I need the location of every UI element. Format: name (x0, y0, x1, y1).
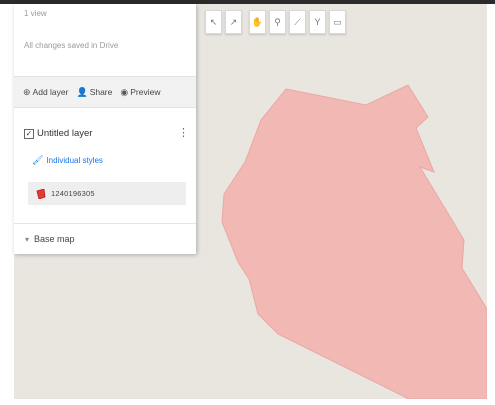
undo-icon: ↖ (209, 16, 218, 27)
feature-label: 1240196305 (51, 189, 95, 198)
directions-button[interactable]: Y (309, 10, 326, 34)
layer-styles-link[interactable]: 🖌 Individual styles (32, 155, 103, 166)
measure-button[interactable]: ▭ (329, 10, 346, 34)
add-layer-button[interactable]: ⊕ Add layer (23, 87, 68, 98)
layer-header: ✓ Untitled layer (24, 128, 92, 139)
base-map-toggle[interactable]: ▾ Base map (14, 223, 196, 254)
layer-title[interactable]: Untitled layer (37, 128, 92, 139)
preview-label: Preview (130, 87, 161, 97)
styles-label: Individual styles (46, 156, 103, 165)
map-toolbar: ↖ ↗ ✋ ⚲ ⟋ Y ▭ (205, 10, 346, 35)
layers-panel: 1 view All changes saved in Drive ⊕ Add … (14, 4, 196, 254)
base-map-label: Base map (34, 234, 75, 244)
share-label: Share (89, 87, 113, 97)
add-layer-icon: ⊕ (23, 86, 31, 97)
feature-row[interactable]: 1240196305 (28, 182, 186, 205)
app-window: ↖ ↗ ✋ ⚲ ⟋ Y ▭ 1 view All changes saved i… (0, 0, 495, 405)
draw-line-button[interactable]: ⟋ (289, 10, 306, 34)
undo-button[interactable]: ↖ (205, 10, 222, 34)
marker-icon: ⚲ (274, 16, 281, 27)
ruler-icon: ▭ (333, 16, 342, 27)
redo-button[interactable]: ↗ (225, 10, 242, 34)
paint-roller-icon: 🖌 (32, 155, 44, 165)
preview-icon: ◉ (120, 86, 129, 97)
layer-options-icon[interactable]: ⋮ (178, 128, 189, 139)
redo-icon: ↗ (229, 16, 238, 27)
chevron-down-icon: ▾ (25, 234, 30, 244)
preview-button[interactable]: ◉ Preview (120, 87, 160, 98)
add-layer-label: Add layer (32, 87, 69, 97)
views-count: 1 view (24, 9, 47, 18)
panel-actions: ⊕ Add layer 👤 Share ◉ Preview (14, 76, 196, 108)
route-icon: Y (314, 16, 321, 27)
hand-icon: ✋ (251, 16, 264, 27)
drawn-polygon[interactable] (221, 84, 487, 399)
share-button[interactable]: 👤 Share (76, 87, 112, 98)
line-icon: ⟋ (294, 16, 301, 27)
polygon-icon (36, 188, 46, 199)
bottom-strip (0, 399, 495, 405)
share-icon: 👤 (76, 86, 88, 97)
layer-visibility-checkbox[interactable]: ✓ (24, 128, 34, 139)
pan-button[interactable]: ✋ (249, 10, 266, 34)
save-status: All changes saved in Drive (24, 41, 119, 50)
add-marker-button[interactable]: ⚲ (269, 10, 286, 34)
